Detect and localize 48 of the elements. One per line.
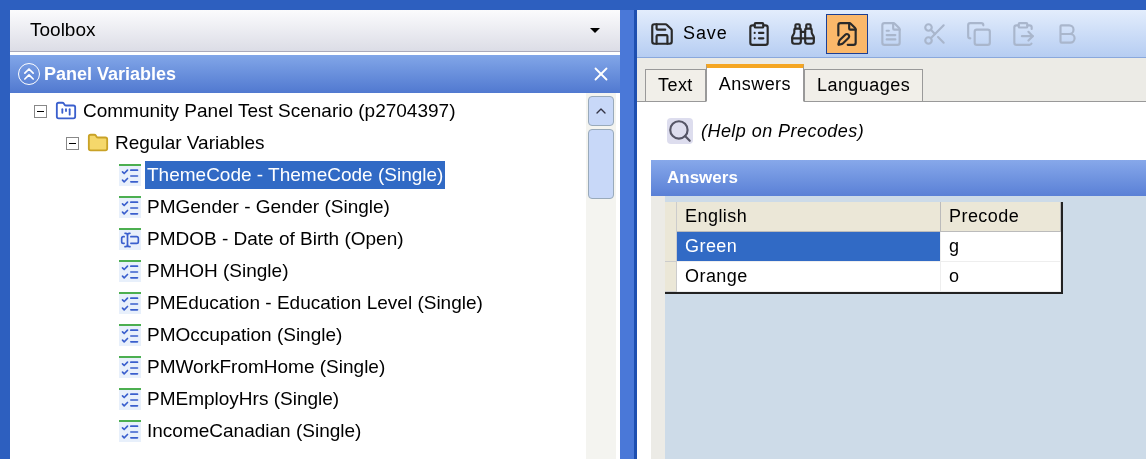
- list-icon: [119, 356, 141, 378]
- tree-item[interactable]: PMHOH (Single): [145, 256, 291, 286]
- table-cell[interactable]: Orange: [677, 262, 941, 292]
- list-icon: [119, 324, 141, 346]
- table-cell[interactable]: Green: [677, 232, 941, 262]
- tree-item[interactable]: IncomeCanadian (Single): [145, 416, 364, 446]
- collapse-toggle[interactable]: [66, 136, 79, 150]
- row-handle[interactable]: [665, 232, 677, 262]
- tree-item[interactable]: ThemeCode - ThemeCode (Single): [145, 160, 446, 190]
- help-icon: [667, 118, 693, 144]
- tree-item[interactable]: PMGender - Gender (Single): [145, 192, 392, 222]
- tree-item[interactable]: PMEmployHrs (Single): [145, 384, 342, 414]
- table-cell[interactable]: g: [941, 232, 1061, 262]
- list-icon: [119, 388, 141, 410]
- tree-item[interactable]: Regular Variables: [113, 128, 267, 158]
- row-handle[interactable]: [665, 262, 677, 292]
- folder-icon: [87, 132, 109, 154]
- copy-icon: [965, 20, 992, 47]
- scroll-thumb[interactable]: [588, 129, 614, 199]
- collapse-toggle[interactable]: [34, 104, 47, 118]
- list-icon: [119, 164, 141, 186]
- list-icon: [119, 260, 141, 282]
- tree-item[interactable]: PMWorkFromHome (Single): [145, 352, 388, 382]
- help-link[interactable]: (Help on Precodes): [701, 117, 865, 145]
- table-cell[interactable]: o: [941, 262, 1061, 292]
- save-icon: [649, 20, 675, 47]
- tree-item[interactable]: PMOccupation (Single): [145, 320, 345, 350]
- list-icon: [119, 292, 141, 314]
- tree-item[interactable]: PMDOB - Date of Birth (Open): [145, 224, 406, 254]
- tab[interactable]: Answers: [705, 64, 804, 102]
- tree-item[interactable]: Community Panel Test Scenario (p2704397): [81, 96, 458, 126]
- list-icon: [119, 420, 141, 442]
- text-field-icon: [119, 228, 141, 250]
- project-icon: [55, 100, 77, 122]
- tree-item[interactable]: PMEducation - Education Level (Single): [145, 288, 485, 318]
- toolbar-button[interactable]: [825, 13, 868, 54]
- panel-title: Panel Variables: [44, 62, 177, 86]
- scissors-icon: [921, 20, 948, 47]
- tab[interactable]: Languages: [804, 69, 924, 101]
- scroll-up-button[interactable]: [588, 96, 614, 126]
- scrollbar[interactable]: [586, 93, 616, 459]
- binoculars-icon: [789, 20, 816, 47]
- tab[interactable]: Text: [645, 69, 706, 101]
- answers-title: Answers: [667, 167, 738, 190]
- dropdown-caret-icon[interactable]: [590, 28, 600, 33]
- toolbar-button[interactable]: Save: [641, 13, 736, 54]
- list-icon: [119, 196, 141, 218]
- toolbox-title: Toolbox: [30, 18, 96, 43]
